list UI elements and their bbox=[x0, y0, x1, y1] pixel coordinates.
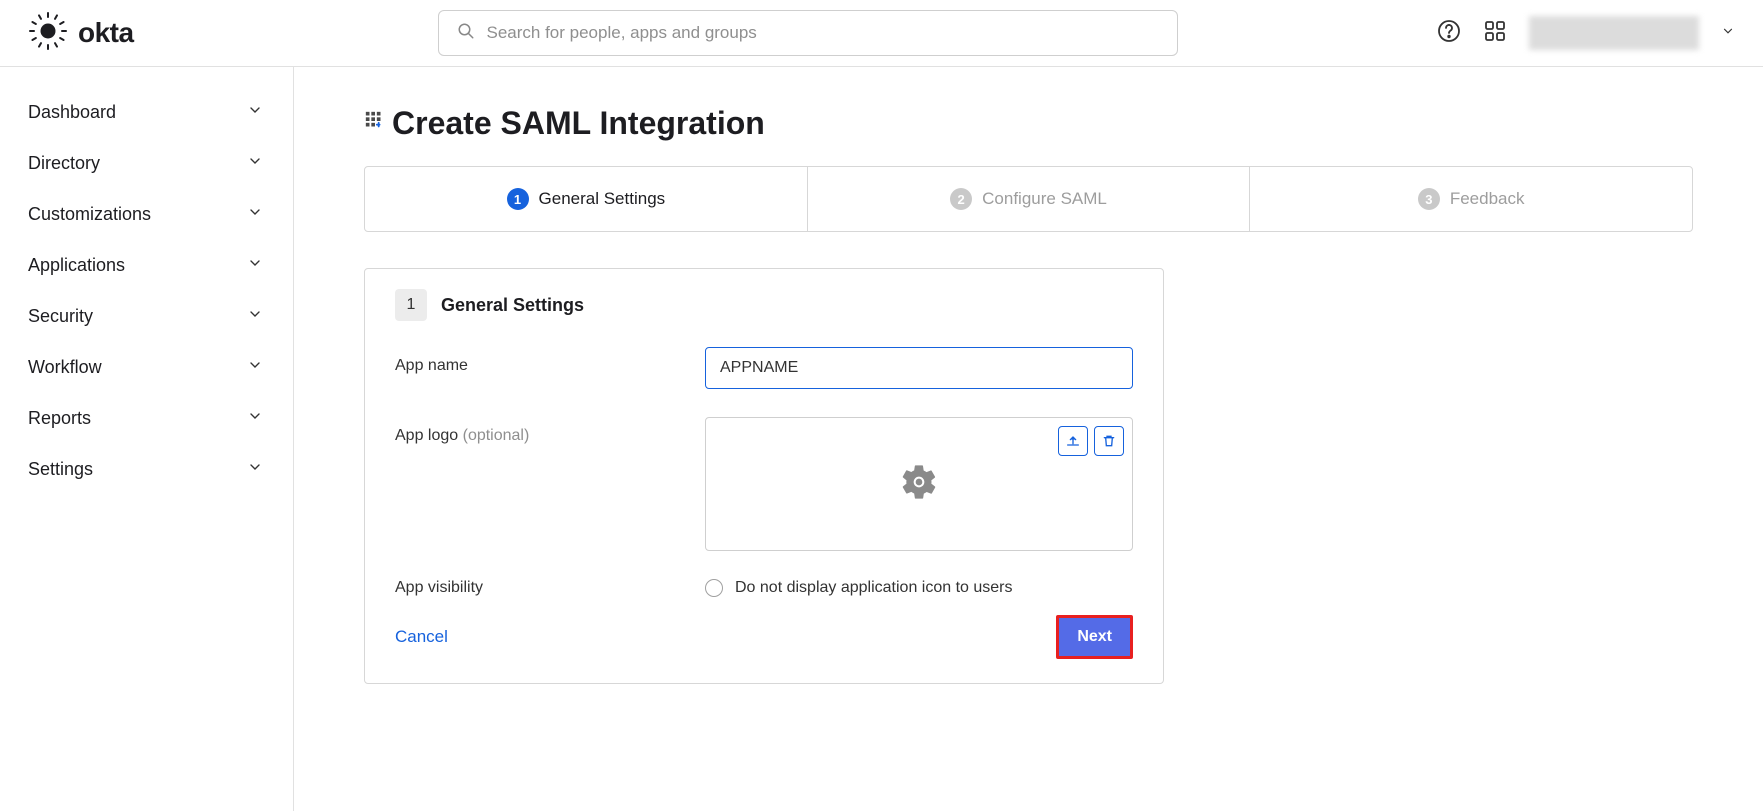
okta-logo[interactable]: okta bbox=[28, 11, 178, 56]
delete-logo-button[interactable] bbox=[1094, 426, 1124, 456]
user-menu[interactable] bbox=[1529, 16, 1699, 50]
app-logo-label: App logo (optional) bbox=[395, 417, 705, 551]
app-name-label: App name bbox=[395, 347, 705, 389]
sidebar-item-workflow[interactable]: Workflow bbox=[0, 342, 293, 393]
search-input[interactable] bbox=[487, 23, 1159, 43]
app-name-input[interactable] bbox=[705, 347, 1133, 389]
hide-app-icon-checkbox[interactable] bbox=[705, 579, 723, 597]
general-settings-panel: 1 General Settings App name App logo (op… bbox=[364, 268, 1164, 684]
cancel-button[interactable]: Cancel bbox=[395, 627, 448, 647]
sidebar-item-label: Security bbox=[28, 306, 93, 327]
upload-logo-button[interactable] bbox=[1058, 426, 1088, 456]
app-visibility-label: App visibility bbox=[395, 579, 705, 597]
gear-icon bbox=[899, 462, 939, 507]
sidebar-item-directory[interactable]: Directory bbox=[0, 138, 293, 189]
step-general-settings[interactable]: 1 General Settings bbox=[365, 167, 808, 231]
sidebar-item-label: Directory bbox=[28, 153, 100, 174]
step-number: 3 bbox=[1418, 188, 1440, 210]
step-feedback[interactable]: 3 Feedback bbox=[1250, 167, 1692, 231]
step-label: General Settings bbox=[539, 189, 666, 209]
sidebar-item-settings[interactable]: Settings bbox=[0, 444, 293, 495]
chevron-down-icon bbox=[247, 306, 263, 327]
search-icon bbox=[457, 22, 475, 45]
sidebar-item-security[interactable]: Security bbox=[0, 291, 293, 342]
okta-logo-text: okta bbox=[78, 17, 134, 49]
sidebar-item-label: Settings bbox=[28, 459, 93, 480]
step-configure-saml[interactable]: 2 Configure SAML bbox=[808, 167, 1251, 231]
panel-title: General Settings bbox=[441, 295, 584, 316]
sidebar-item-label: Customizations bbox=[28, 204, 151, 225]
app-logo-dropzone[interactable] bbox=[705, 417, 1133, 551]
sidebar-item-label: Workflow bbox=[28, 357, 102, 378]
sidebar-item-label: Dashboard bbox=[28, 102, 116, 123]
page-title: Create SAML Integration bbox=[392, 105, 765, 142]
step-number: 1 bbox=[507, 188, 529, 210]
chevron-down-icon bbox=[247, 255, 263, 276]
step-number: 2 bbox=[950, 188, 972, 210]
panel-step-number: 1 bbox=[395, 289, 427, 321]
sidebar-item-dashboard[interactable]: Dashboard bbox=[0, 87, 293, 138]
okta-logo-icon bbox=[28, 11, 68, 56]
app-grid-icon bbox=[364, 110, 386, 137]
search-box[interactable] bbox=[438, 10, 1178, 56]
sidebar-item-customizations[interactable]: Customizations bbox=[0, 189, 293, 240]
chevron-down-icon bbox=[247, 204, 263, 225]
next-button[interactable]: Next bbox=[1056, 615, 1133, 659]
sidebar-item-applications[interactable]: Applications bbox=[0, 240, 293, 291]
chevron-down-icon bbox=[247, 459, 263, 480]
chevron-down-icon bbox=[247, 357, 263, 378]
sidebar-item-label: Applications bbox=[28, 255, 125, 276]
sidebar-item-label: Reports bbox=[28, 408, 91, 429]
step-label: Configure SAML bbox=[982, 189, 1107, 209]
step-label: Feedback bbox=[1450, 189, 1525, 209]
help-icon[interactable] bbox=[1437, 19, 1461, 48]
sidebar: Dashboard Directory Customizations Appli… bbox=[0, 67, 294, 811]
chevron-down-icon bbox=[247, 408, 263, 429]
chevron-down-icon bbox=[247, 153, 263, 174]
apps-grid-icon[interactable] bbox=[1483, 19, 1507, 48]
chevron-down-icon bbox=[247, 102, 263, 123]
sidebar-item-reports[interactable]: Reports bbox=[0, 393, 293, 444]
hide-app-icon-label: Do not display application icon to users bbox=[735, 579, 1013, 597]
wizard-steps: 1 General Settings 2 Configure SAML 3 Fe… bbox=[364, 166, 1693, 232]
chevron-down-icon[interactable] bbox=[1721, 24, 1735, 43]
